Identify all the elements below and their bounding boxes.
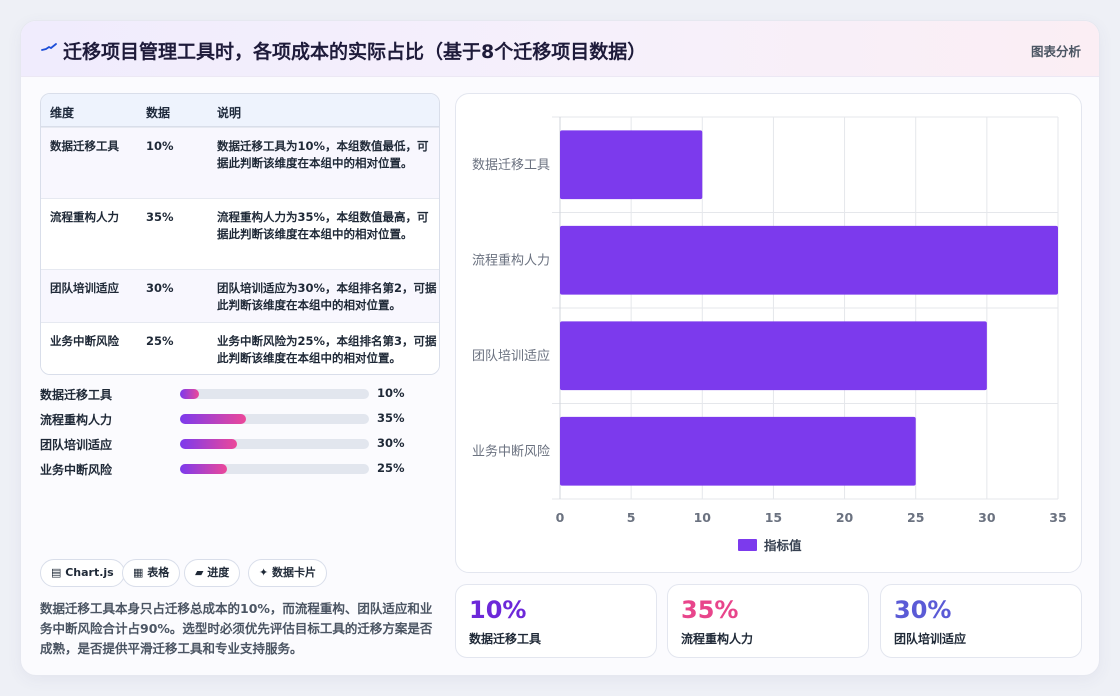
data-table: 维度 数据 说明 数据迁移工具 10% 数据迁移工具为10%，本组数值最低，可据… (40, 93, 440, 375)
table-row: 业务中断风险 25% 业务中断风险为25%，本组排名第3，可据此判断该维度在本组… (41, 322, 439, 374)
summary-text: 数据迁移工具本身只占迁移总成本的10%，而流程重构、团队适应和业务中断风险合计占… (40, 601, 433, 656)
stat-label: 团队培训适应 (894, 632, 967, 646)
table-header: 维度 数据 说明 (41, 94, 439, 127)
progress-item: 数据迁移工具 10% (40, 384, 440, 404)
chip-chartjs[interactable]: ▤ Chart.js (40, 559, 125, 587)
dashboard-card: 迁移项目管理工具时，各项成本的实际占比（基于8个迁移项目数据） 图表分析 维度 … (20, 20, 1100, 676)
row-description: 业务中断风险为25%，本组排名第3，可据此判断该维度在本组中的相对位置。 (217, 334, 437, 365)
x-tick-label: 10 (694, 510, 712, 525)
table-row: 数据迁移工具 10% 数据迁移工具为10%，本组数值最低，可据此判断该维度在本组… (41, 127, 439, 198)
legend-label: 指标值 (764, 538, 802, 553)
row-dimension: 流程重构人力 (50, 210, 119, 224)
stat-value: 30% (894, 596, 952, 624)
x-tick-label: 15 (765, 510, 782, 525)
progress-fill (180, 414, 247, 424)
x-tick-label: 25 (907, 510, 924, 525)
row-value: 35% (146, 210, 174, 224)
progress-label: 团队培训适应 (40, 438, 113, 452)
bar-chart-panel: 数据迁移工具 流程重构人力 团队培训适应 业务中断风险 0 5 10 15 20 25 30 35 指标… (455, 93, 1082, 573)
stat-label: 流程重构人力 (681, 632, 754, 646)
progress-item: 团队培训适应 30% (40, 434, 440, 454)
progress-fill (180, 464, 228, 474)
bar (560, 130, 703, 200)
progress-value: 10% (377, 386, 405, 400)
x-tick-label: 35 (1049, 510, 1066, 525)
progress-label: 业务中断风险 (40, 463, 113, 477)
x-tick-label: 20 (836, 510, 854, 525)
progress-value: 25% (377, 461, 405, 475)
bar (560, 416, 916, 486)
chip-table[interactable]: ▦ 表格 (122, 559, 181, 587)
table-row: 流程重构人力 35% 流程重构人力为35%，本组数值最高，可据此判断该维度在本组… (41, 198, 439, 269)
progress-label: 数据迁移工具 (40, 388, 113, 402)
x-tick-label: 30 (978, 510, 996, 525)
row-dimension: 数据迁移工具 (50, 139, 119, 153)
page-title: 迁移项目管理工具时，各项成本的实际占比（基于8个迁移项目数据） (63, 41, 647, 63)
table-row: 团队培训适应 30% 团队培训适应为30%，本组排名第2，可据此判断该维度在本组… (41, 269, 439, 322)
bar (560, 225, 1058, 295)
stat-card: 30% 团队培训适应 (880, 584, 1082, 658)
y-tick-label: 流程重构人力 (472, 252, 550, 268)
column-header-data: 数据 (146, 106, 171, 120)
row-description: 团队培训适应为30%，本组排名第2，可据此判断该维度在本组中的相对位置。 (217, 281, 437, 312)
stat-label: 数据迁移工具 (469, 632, 542, 646)
row-description: 数据迁移工具为10%，本组数值最低，可据此判断该维度在本组中的相对位置。 (217, 139, 429, 170)
progress-label: 流程重构人力 (40, 413, 113, 427)
chart-analysis-tag: 图表分析 (1030, 44, 1081, 59)
progress-fill (180, 389, 199, 399)
bar-chart: 数据迁移工具流程重构人力团队培训适应业务中断风险 0 5 10 15 20 25 30 35 指标… (472, 116, 1067, 553)
row-value: 10% (146, 139, 174, 153)
chip-progress[interactable]: ▰ 进度 (184, 559, 241, 587)
progress-fill (180, 439, 237, 449)
progress-item: 流程重构人力 35% (40, 409, 440, 429)
progress-track (180, 439, 369, 449)
header: 迁移项目管理工具时，各项成本的实际占比（基于8个迁移项目数据） 图表分析 (21, 21, 1099, 77)
row-value: 30% (146, 281, 174, 295)
stat-value: 10% (469, 596, 527, 624)
stat-card: 35% 流程重构人力 (667, 584, 869, 658)
stat-value: 35% (681, 596, 739, 624)
sparkline-icon (41, 43, 57, 51)
progress-track (180, 464, 369, 474)
column-header-description: 说明 (217, 106, 242, 120)
x-tick-label: 0 (556, 510, 565, 525)
stat-card: 10% 数据迁移工具 (455, 584, 657, 658)
column-header-dimension: 维度 (50, 106, 75, 120)
chip-data-cards[interactable]: ✦ 数据卡片 (248, 559, 328, 587)
progress-track (180, 389, 369, 399)
row-value: 25% (146, 334, 174, 348)
y-tick-label: 团队培训适应 (472, 348, 550, 364)
progress-item: 业务中断风险 25% (40, 459, 440, 479)
bar (560, 321, 987, 391)
progress-value: 30% (377, 436, 405, 450)
y-tick-label: 数据迁移工具 (472, 158, 550, 173)
row-description: 流程重构人力为35%，本组数值最高，可据此判断该维度在本组中的相对位置。 (217, 210, 429, 241)
row-dimension: 团队培训适应 (50, 281, 119, 295)
legend-swatch (738, 539, 757, 551)
progress-track (180, 414, 369, 424)
progress-value: 35% (377, 411, 405, 425)
row-dimension: 业务中断风险 (50, 334, 119, 348)
y-tick-label: 业务中断风险 (472, 443, 550, 459)
x-tick-label: 5 (627, 510, 636, 525)
